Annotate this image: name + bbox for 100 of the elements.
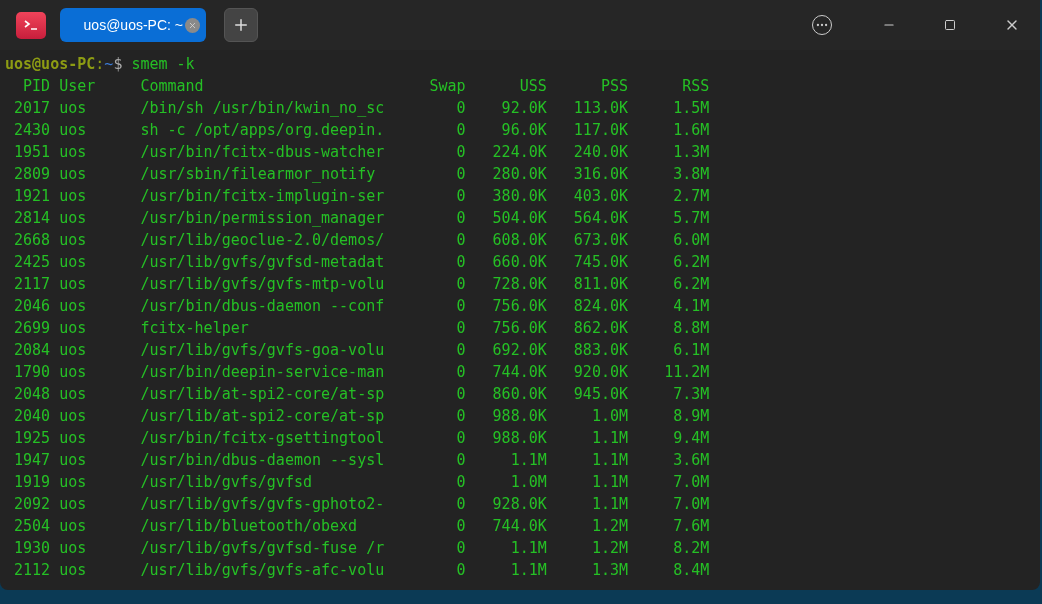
table-cell-text: 3.8M (672, 164, 710, 185)
table-cell-text: /bin/sh /usr/bin/kwin_no_sc (140, 98, 385, 119)
table-cell-text: 0 (455, 318, 466, 339)
table-cell-text: 8.2M (672, 538, 710, 559)
terminal-app-icon (16, 11, 46, 39)
plus-icon (232, 16, 250, 34)
table-cell-text: uos (59, 362, 88, 383)
table-cell-text: 2668 (13, 230, 51, 251)
table-cell-text: /usr/sbin/filearmor_notify (140, 164, 377, 185)
table-cell-text: 0 (455, 230, 466, 251)
table-cell-text: 0 (455, 142, 466, 163)
table-cell-text: 403.0K (572, 186, 629, 207)
table-cell-text: /usr/lib/gvfs/gvfs-mtp-volu (140, 274, 385, 295)
table-cell-text: 2430 (13, 120, 51, 141)
table-cell-text: 1921 (13, 186, 51, 207)
table-cell-text: 0 (455, 164, 466, 185)
table-cell-text: 1.1M (590, 472, 629, 493)
table-cell-text: 1919 (13, 472, 51, 493)
table-cell-text: fcitx-helper (140, 318, 250, 339)
table-cell-text: 5.7M (672, 208, 710, 229)
table-cell-text: 2048 (13, 384, 51, 405)
column-header: PSS (599, 76, 629, 97)
table-cell-text: 2809 (13, 164, 51, 185)
table-cell-text: 744.0K (491, 516, 547, 537)
table-cell-text: uos (59, 142, 88, 163)
table-cell-text: uos (59, 406, 88, 427)
table-cell-text: /usr/bin/dbus-daemon --conf (140, 296, 385, 317)
table-cell-text: uos (59, 120, 88, 141)
table-cell-text: 673.0K (572, 230, 629, 251)
table-cell-text: 2.7M (672, 186, 710, 207)
table-cell-text: 1.1M (590, 494, 629, 515)
table-cell-text: 6.2M (672, 274, 710, 295)
table-cell-text: 0 (455, 450, 466, 471)
table-cell-text: 3.6M (672, 450, 710, 471)
prompt-symbol: $ (113, 54, 123, 75)
maximize-icon[interactable] (944, 19, 956, 31)
table-cell-text: 660.0K (491, 252, 547, 273)
table-cell-text: /usr/lib/geoclue-2.0/demos/ (140, 230, 385, 251)
table-cell-text: 744.0K (491, 362, 547, 383)
tab-title: uos@uos-PC: ~ (83, 15, 183, 35)
table-cell-text: /usr/lib/gvfs/gvfs-afc-volu (140, 560, 385, 581)
close-tab-icon[interactable] (185, 17, 200, 33)
table-cell-text: 0 (455, 406, 466, 427)
table-cell-text: sh -c /opt/apps/org.deepin. (140, 120, 385, 141)
table-cell-text: uos (59, 340, 88, 361)
table-cell-text: 928.0K (491, 494, 547, 515)
table-cell-text: 2040 (13, 406, 51, 427)
table-cell-text: /usr/bin/fcitx-dbus-watcher (140, 142, 385, 163)
table-cell-text: 2117 (13, 274, 51, 295)
table-cell-text: uos (59, 296, 88, 317)
table-cell-text: 0 (455, 472, 466, 493)
table-cell-text: 1.1M (590, 428, 629, 449)
table-cell-text: 2699 (13, 318, 51, 339)
table-cell-text: 1.1M (509, 450, 547, 471)
table-cell-text: 7.3M (672, 384, 710, 405)
table-cell-text: uos (59, 560, 88, 581)
prompt-separator: : (95, 54, 105, 75)
table-cell-text: 1.2M (590, 516, 629, 537)
table-cell-text: uos (59, 384, 88, 405)
table-cell-text: /usr/bin/dbus-daemon --sysl (140, 450, 385, 471)
table-cell-text: 862.0K (572, 318, 629, 339)
table-cell-text: uos (59, 164, 88, 185)
new-tab-button[interactable] (224, 8, 258, 42)
table-cell-text: 945.0K (572, 384, 629, 405)
table-cell-text: 1.0M (509, 472, 547, 493)
table-cell-text: 117.0K (572, 120, 629, 141)
table-cell-text: 811.0K (572, 274, 629, 295)
table-cell-text: uos (59, 230, 88, 251)
table-cell-text: /usr/lib/gvfs/gvfs-goa-volu (140, 340, 385, 361)
table-cell-text: /usr/lib/gvfs/gvfsd (140, 472, 313, 493)
table-cell-text: 0 (455, 428, 466, 449)
table-cell-text: 11.2M (663, 362, 710, 383)
column-header: Command (140, 76, 205, 97)
table-cell-text: 224.0K (491, 142, 547, 163)
table-cell-text: 96.0K (500, 120, 547, 141)
table-cell-text: 2084 (13, 340, 51, 361)
table-cell-text: /usr/lib/gvfs/gvfs-gphoto2- (140, 494, 385, 515)
table-cell-text: 2046 (13, 296, 51, 317)
table-cell-text: 745.0K (572, 252, 629, 273)
table-cell-text: uos (59, 472, 88, 493)
column-header: User (59, 76, 97, 97)
table-cell-text: 1925 (13, 428, 51, 449)
table-cell-text: 0 (455, 208, 466, 229)
table-cell-text: 8.4M (672, 560, 710, 581)
table-cell-text: 608.0K (491, 230, 547, 251)
table-cell-text: 1930 (13, 538, 51, 559)
prompt-user-host: uos@uos-PC (5, 54, 96, 75)
table-cell-text: 240.0K (572, 142, 629, 163)
table-cell-text: 2092 (13, 494, 51, 515)
terminal-tab[interactable]: uos@uos-PC: ~ (60, 8, 206, 42)
table-cell-text: uos (59, 428, 88, 449)
table-cell-text: 316.0K (572, 164, 629, 185)
table-cell-text: 0 (455, 538, 466, 559)
table-cell-text: 692.0K (491, 340, 547, 361)
table-cell-text: 0 (455, 252, 466, 273)
prompt-path: ~ (104, 54, 114, 75)
table-cell-text: uos (59, 186, 88, 207)
table-cell-text: 380.0K (491, 186, 547, 207)
table-cell-text: 6.0M (672, 230, 710, 251)
table-cell-text: 1.0M (590, 406, 629, 427)
